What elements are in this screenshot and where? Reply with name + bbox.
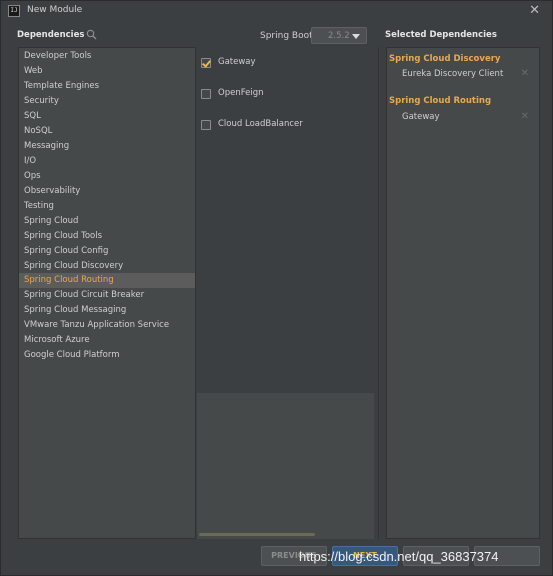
remove-icon[interactable]: ✕ [521,68,529,79]
spring-boot-label: Spring Boot [260,31,313,41]
chevron-down-icon [352,34,360,39]
category-item[interactable]: Microsoft Azure [19,333,195,348]
category-item[interactable]: Security [19,94,195,109]
category-item[interactable]: Spring Cloud Tools [19,229,195,244]
selected-dependencies-panel: Spring Cloud Discovery Eureka Discovery … [386,47,540,539]
category-item-selected[interactable]: Spring Cloud Routing [19,273,195,288]
dependencies-header: Dependencies [17,30,85,40]
category-item[interactable]: Spring Cloud Config [19,244,195,259]
category-item[interactable]: Ops [19,169,195,184]
next-button[interactable]: NEXT [332,546,398,566]
selected-group-title: Spring Cloud Discovery [389,54,501,64]
category-item[interactable]: Messaging [19,139,195,154]
checkbox[interactable] [201,120,211,130]
category-list: Developer Tools Web Template Engines Sec… [18,47,196,539]
category-item[interactable]: SQL [19,109,195,124]
category-item[interactable]: Spring Cloud Circuit Breaker [19,288,195,303]
category-item[interactable]: Spring Cloud Discovery [19,259,195,274]
horizontal-scrollbar[interactable] [199,533,315,536]
selected-dependency-label: Eureka Discovery Client [402,69,504,79]
dependency-label: Gateway [218,57,256,67]
spring-boot-version-value: 2.5.2 [328,31,350,41]
selected-dependency-item: Eureka Discovery Client ✕ [387,67,539,82]
selected-group-title: Spring Cloud Routing [389,96,492,106]
cancel-button[interactable] [403,546,469,566]
previous-button[interactable]: PREVIOUS [261,546,327,566]
close-icon[interactable]: ✕ [529,3,540,18]
checkbox[interactable] [201,89,211,99]
window-title: New Module [27,5,83,15]
category-item[interactable]: Spring Cloud [19,214,195,229]
category-item[interactable]: I/O [19,154,195,169]
search-icon[interactable] [86,29,97,40]
spring-boot-version-select[interactable]: 2.5.2 [311,27,367,44]
selected-dependency-item: Gateway ✕ [387,110,539,125]
category-item[interactable]: Testing [19,199,195,214]
help-button[interactable] [474,546,540,566]
category-item[interactable]: Developer Tools [19,49,195,64]
dependency-label: Cloud LoadBalancer [218,119,303,129]
dependency-description [197,393,374,539]
dependency-label: OpenFeign [218,88,264,98]
new-module-dialog: IJ New Module ✕ Dependencies Spring Boot… [0,0,553,576]
category-item[interactable]: Template Engines [19,79,195,94]
dependency-checklist: Gateway OpenFeign Cloud LoadBalancer [197,47,379,539]
category-item[interactable]: Observability [19,184,195,199]
selected-dependencies-header: Selected Dependencies [385,30,497,40]
category-item[interactable]: Web [19,64,195,79]
intellij-app-icon: IJ [8,5,20,17]
checkbox-checked[interactable] [201,58,211,68]
selected-dependency-label: Gateway [402,112,440,122]
category-item[interactable]: Google Cloud Platform [19,348,195,363]
category-item[interactable]: VMware Tanzu Application Service [19,318,195,333]
title-bar: IJ New Module ✕ [1,1,552,21]
category-item[interactable]: NoSQL [19,124,195,139]
remove-icon[interactable]: ✕ [521,111,529,122]
category-item[interactable]: Spring Cloud Messaging [19,303,195,318]
